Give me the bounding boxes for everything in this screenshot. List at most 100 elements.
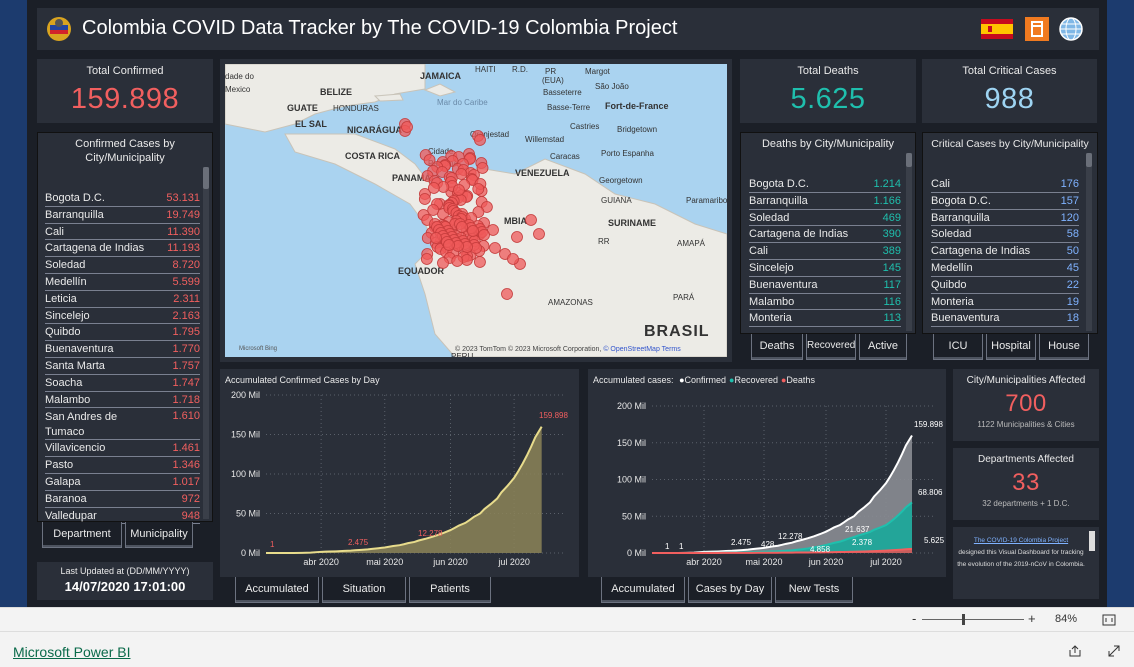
table-row[interactable]: Bogota D.C. 1.214 xyxy=(749,176,901,193)
table-row[interactable]: Buenaventura 117 xyxy=(749,277,901,294)
table-row[interactable]: Bogota D.C. 157 xyxy=(931,193,1079,210)
case-marker[interactable] xyxy=(472,183,485,195)
table-row[interactable]: Quibdo 1.795 xyxy=(45,324,200,342)
table-row[interactable]: Sincelejo 2.163 xyxy=(45,308,200,325)
table-row[interactable]: Soledad 58 xyxy=(931,226,1079,244)
case-marker[interactable] xyxy=(533,228,545,240)
case-marker[interactable] xyxy=(453,184,465,196)
share-icon[interactable] xyxy=(1068,644,1082,658)
case-marker[interactable] xyxy=(489,242,501,254)
department-button[interactable]: Department xyxy=(42,522,122,548)
table-row[interactable]: Quibdo 22 xyxy=(931,277,1079,294)
case-marker[interactable] xyxy=(501,288,513,300)
row-name: Barranquilla xyxy=(931,211,990,224)
case-marker[interactable] xyxy=(401,121,413,133)
table-row[interactable]: Monteria 19 xyxy=(931,294,1079,311)
table-row[interactable]: Cartagena de Indias 390 xyxy=(749,226,901,244)
table-row[interactable]: Cali 11.390 xyxy=(45,224,200,241)
table-row[interactable]: Medellín 45 xyxy=(931,260,1079,277)
table-row[interactable]: Galapa 1.017 xyxy=(45,474,200,491)
table-row[interactable]: Cali 389 xyxy=(749,243,901,260)
case-marker[interactable] xyxy=(418,193,431,205)
case-marker[interactable] xyxy=(443,239,455,251)
deaths-button[interactable]: Deaths xyxy=(751,334,803,360)
case-marker[interactable] xyxy=(525,214,537,226)
recovered-button[interactable]: Recovered xyxy=(806,334,856,360)
globe-icon[interactable] xyxy=(1059,17,1083,41)
case-marker[interactable] xyxy=(474,134,486,146)
glass-icon[interactable] xyxy=(1025,17,1049,41)
table-row[interactable]: Leticia 2.311 xyxy=(45,291,200,308)
case-marker[interactable] xyxy=(456,221,468,233)
table-row[interactable]: San Andres de Tumaco 1.610 xyxy=(45,408,200,441)
case-marker[interactable] xyxy=(511,231,523,243)
table-row[interactable]: Buenaventura 1.770 xyxy=(45,341,200,358)
row-value: 8.720 xyxy=(172,259,200,272)
table-row[interactable]: Barranquilla 120 xyxy=(931,210,1079,227)
table-row[interactable]: Cartagena de Indias 11.193 xyxy=(45,240,200,258)
table-row[interactable]: Baranoa 972 xyxy=(45,491,200,508)
case-marker[interactable] xyxy=(427,182,440,194)
icu-button[interactable]: ICU xyxy=(933,334,983,360)
patients-button[interactable]: Patients xyxy=(409,577,491,603)
table-row[interactable]: Medellín 5.599 xyxy=(45,274,200,291)
zoom-slider-thumb[interactable] xyxy=(962,614,965,625)
table-row[interactable]: Monteria 113 xyxy=(749,310,901,328)
chart-plot[interactable]: 0 Mil 50 Mil 100 Mil 150 Mil 200 Mil abr 2020… xyxy=(220,369,579,577)
fullscreen-icon[interactable] xyxy=(1107,644,1121,658)
table-row[interactable]: Cartagena de Indias 50 xyxy=(931,243,1079,260)
situation-button[interactable]: Situation xyxy=(322,577,406,603)
case-marker[interactable] xyxy=(478,229,490,241)
chart-plot[interactable]: 0 Mil 50 Mil 100 Mil 150 Mil 200 Mil abr 2020… xyxy=(588,369,946,577)
map-view[interactable]: dade do Mexico JAMAICA HAITI R.D. PR(EUA) Marg… xyxy=(225,64,727,357)
case-marker[interactable] xyxy=(427,204,440,216)
power-bi-link[interactable]: Microsoft Power BI xyxy=(13,644,130,660)
active-button[interactable]: Active xyxy=(859,334,907,360)
case-marker[interactable] xyxy=(507,253,519,265)
table-row[interactable]: Soledad 469 xyxy=(749,210,901,227)
case-marker[interactable] xyxy=(437,257,449,269)
confirmed-cases-table: Confirmed Cases by City/Municipality Bog… xyxy=(37,132,213,525)
row-name: Buenaventura xyxy=(45,343,114,356)
fit-page-icon[interactable] xyxy=(1102,614,1116,626)
table-scrollbar[interactable] xyxy=(906,153,912,331)
table-row[interactable]: Cali 176 xyxy=(931,176,1079,193)
table-row[interactable]: Malambo 1.718 xyxy=(45,392,200,409)
row-name: Cartagena de Indias xyxy=(749,228,849,241)
house-button[interactable]: House xyxy=(1039,334,1089,360)
case-marker[interactable] xyxy=(451,255,464,267)
case-marker[interactable] xyxy=(467,225,479,237)
kpi-value: 700 xyxy=(1005,390,1047,417)
hospital-button[interactable]: Hospital xyxy=(986,334,1036,360)
spain-flag-icon[interactable] xyxy=(981,19,1013,39)
credits-scrollbar[interactable] xyxy=(1089,531,1095,551)
table-row[interactable]: Barranquilla 1.166 xyxy=(749,193,901,210)
row-value: 58 xyxy=(1066,228,1079,241)
accumulated-button[interactable]: Accumulated xyxy=(601,577,685,603)
cases-by-day-button[interactable]: Cases by Day xyxy=(688,577,772,603)
zoom-slider[interactable] xyxy=(922,614,1024,625)
table-row[interactable]: Sincelejo 145 xyxy=(749,260,901,277)
zoom-in-button[interactable]: + xyxy=(1028,611,1036,626)
credits-link[interactable]: The COVID-19 Colombia Project xyxy=(974,537,1068,544)
case-marker[interactable] xyxy=(420,253,433,265)
table-row[interactable]: Villavicencio 1.461 xyxy=(45,440,200,458)
table-scrollbar[interactable] xyxy=(203,167,209,519)
case-marker[interactable] xyxy=(430,232,442,244)
municipality-button[interactable]: Municipality xyxy=(125,522,193,548)
land-hispaniola xyxy=(423,83,457,97)
accumulated-button[interactable]: Accumulated xyxy=(235,577,319,603)
table-row[interactable]: Barranquilla 19.749 xyxy=(45,207,200,224)
table-row[interactable]: Santa Marta 1.757 xyxy=(45,358,200,375)
table-scrollbar[interactable] xyxy=(1086,153,1092,331)
new-tests-button[interactable]: New Tests xyxy=(775,577,853,603)
table-row[interactable]: Malambo 116 xyxy=(749,294,901,311)
table-row[interactable]: Soledad 8.720 xyxy=(45,257,200,274)
zoom-out-button[interactable]: - xyxy=(912,611,916,626)
case-marker[interactable] xyxy=(474,256,486,268)
colombia-seal-icon xyxy=(47,17,71,41)
table-row[interactable]: Pasto 1.346 xyxy=(45,457,200,474)
table-row[interactable]: Soacha 1.747 xyxy=(45,375,200,392)
table-row[interactable]: Buenaventura 18 xyxy=(931,310,1079,328)
table-row[interactable]: Bogota D.C. 53.131 xyxy=(45,190,200,207)
